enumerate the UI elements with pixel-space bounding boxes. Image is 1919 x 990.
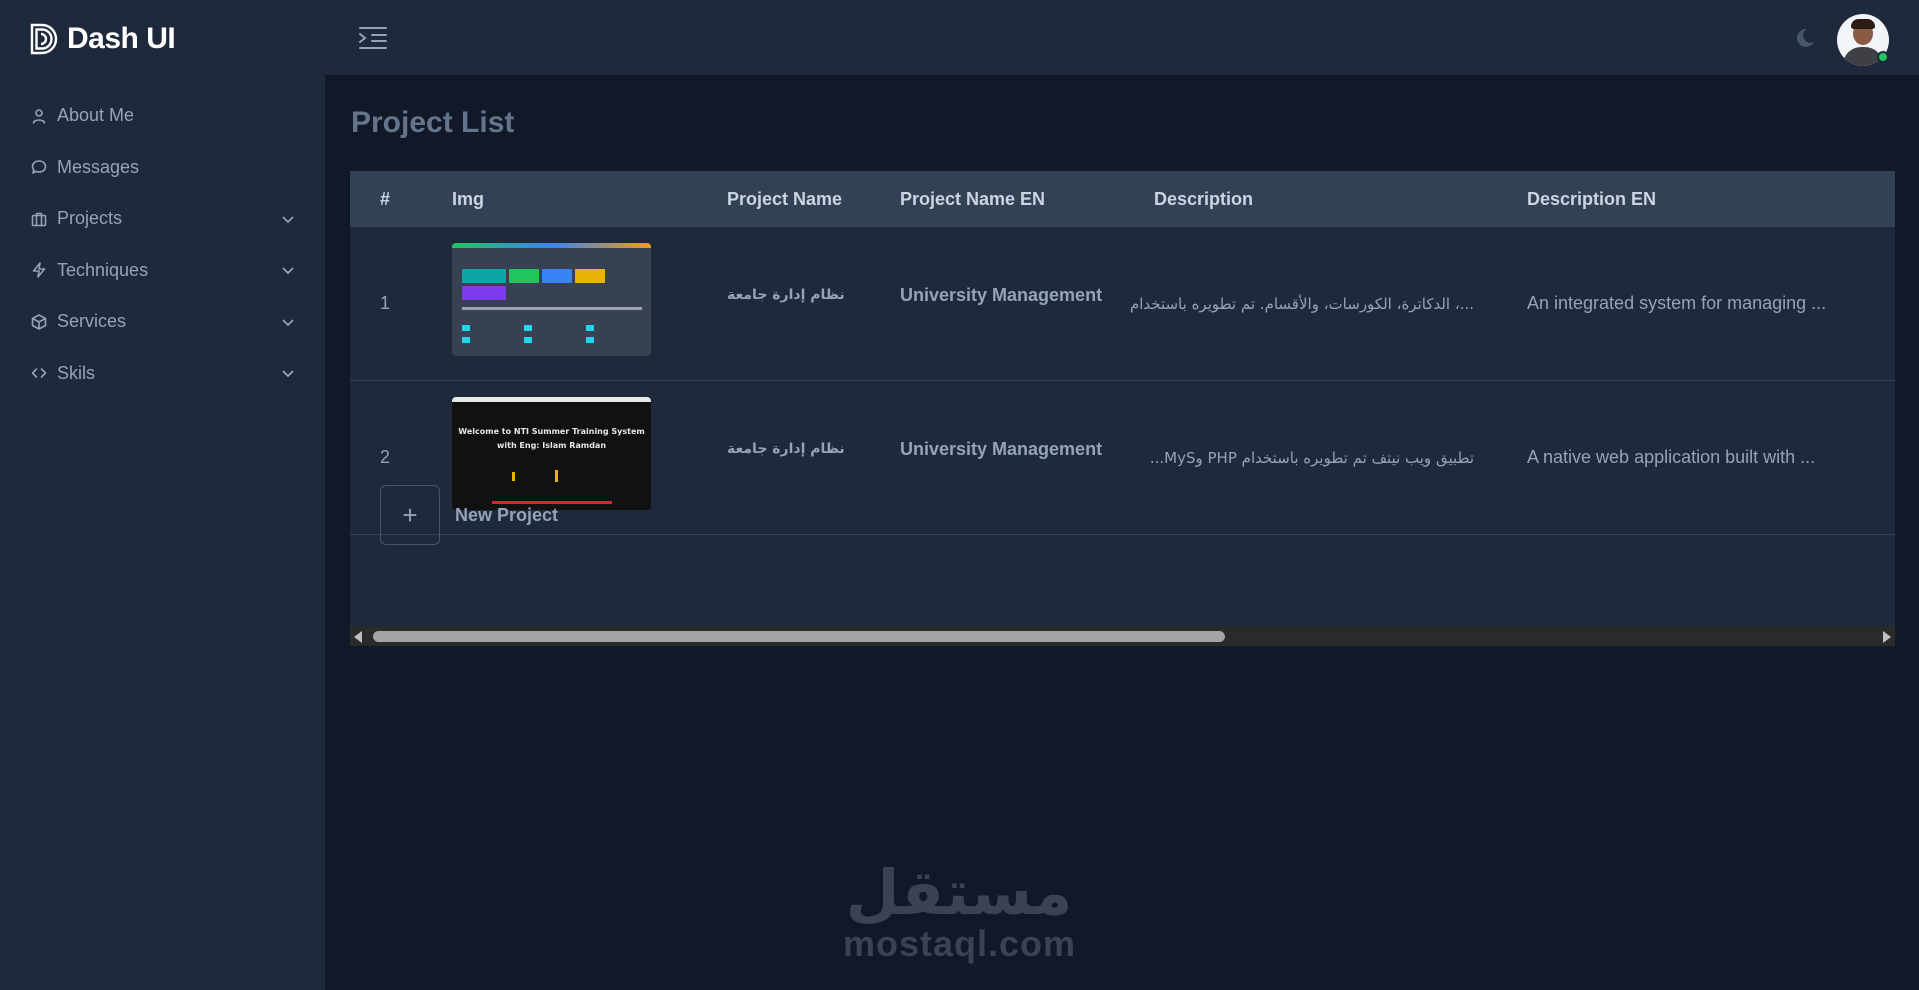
sidebar-nav: About Me Messages Projects Techniques Se…	[0, 90, 325, 399]
sidebar-item-label: Projects	[57, 208, 123, 229]
thumb-heading: Welcome to NTI Summer Training System	[458, 427, 645, 436]
scroll-left-arrow-icon[interactable]	[354, 631, 362, 643]
thumb-tile	[524, 337, 532, 343]
sidebar: Dash UI About Me Messages Projects Techn…	[0, 0, 325, 990]
sidebar-item-label: About Me	[57, 105, 135, 126]
row-number: 2	[380, 447, 391, 467]
new-project-button[interactable]: +	[380, 485, 440, 545]
box-icon	[30, 313, 47, 330]
brand[interactable]: Dash UI	[0, 0, 325, 78]
row-number: 1	[380, 293, 391, 313]
thumb-tile	[462, 269, 506, 283]
thumb-tile	[586, 325, 594, 331]
column-header-description-en: Description EN	[1527, 189, 1657, 209]
sidebar-item-label: Services	[57, 311, 127, 332]
thumb-tile	[462, 337, 470, 343]
thumb-tile	[462, 307, 642, 310]
column-header-project-name: Project Name	[727, 189, 843, 209]
new-project-row: + New Project	[350, 469, 1895, 564]
thumb-tile	[575, 269, 605, 283]
briefcase-icon	[30, 210, 47, 227]
column-header-num: #	[380, 189, 391, 209]
sidebar-item-services[interactable]: Services	[0, 296, 325, 348]
project-table: # Img Project Name Project Name EN Descr…	[350, 171, 1895, 646]
project-thumbnail[interactable]	[452, 243, 651, 356]
description: ...، الدكاترة، الكورسات، والأقسام. تم تط…	[1129, 295, 1474, 313]
scrollbar-thumb[interactable]	[373, 631, 1225, 642]
description: تطبيق ويب نيتف تم تطويره باستخدام PHP وM…	[1149, 449, 1474, 467]
new-project-label[interactable]: New Project	[455, 505, 558, 526]
description-en: An integrated system for managing ...	[1527, 293, 1827, 313]
table-row[interactable]: 1 نظام إدارة جامعة University Management…	[350, 227, 1895, 381]
thumb-tile	[509, 269, 539, 283]
menu-toggle-icon	[359, 27, 387, 49]
sidebar-item-label: Messages	[57, 156, 140, 177]
project-name-en: University Management	[900, 439, 1103, 459]
sidebar-item-label: Techniques	[57, 259, 149, 280]
brand-name: Dash UI	[67, 22, 176, 55]
watermark-english: mostaql.com	[843, 923, 1077, 964]
chevron-down-icon	[281, 263, 295, 277]
menu-toggle-button[interactable]	[358, 24, 388, 52]
thumb-subheading: with Eng: Islam Ramdan	[496, 441, 607, 450]
thumb-topbar	[452, 397, 651, 402]
moon-icon	[1796, 28, 1814, 47]
sidebar-item-label: Skils	[57, 362, 96, 383]
online-status-dot	[1877, 51, 1889, 63]
topbar	[325, 0, 1919, 76]
description-en: A native web application built with ...	[1527, 447, 1816, 467]
thumb-topbar	[452, 243, 651, 248]
user-icon	[30, 107, 47, 124]
code-icon	[30, 365, 47, 382]
project-name: نظام إدارة جامعة	[727, 441, 845, 457]
sidebar-item-skils[interactable]: Skils	[0, 348, 325, 400]
thumb-tile	[542, 269, 572, 283]
theme-toggle-button[interactable]	[1794, 27, 1816, 49]
sidebar-item-projects[interactable]: Projects	[0, 193, 325, 245]
chevron-down-icon	[281, 212, 295, 226]
dash-logo-icon	[30, 23, 58, 55]
sidebar-item-techniques[interactable]: Techniques	[0, 245, 325, 297]
horizontal-scrollbar[interactable]	[350, 626, 1895, 646]
thumb-tile	[586, 337, 594, 343]
column-header-img: Img	[452, 189, 485, 209]
scroll-right-arrow-icon[interactable]	[1883, 631, 1891, 643]
message-icon	[30, 159, 47, 176]
thumb-tile	[462, 325, 470, 331]
watermark-arabic: مستقل	[845, 856, 1073, 929]
chevron-down-icon	[281, 366, 295, 380]
project-name: نظام إدارة جامعة	[727, 287, 845, 303]
watermark: مستقل mostaql.com	[843, 862, 1075, 964]
thumb-tile	[524, 325, 532, 331]
avatar-hair	[1851, 19, 1875, 29]
page-title: Project List	[351, 106, 515, 139]
thumb-tile	[462, 286, 506, 300]
lightning-icon	[30, 262, 47, 279]
sidebar-item-messages[interactable]: Messages	[0, 142, 325, 194]
table-header: # Img Project Name Project Name EN Descr…	[350, 171, 1895, 227]
sidebar-item-about-me[interactable]: About Me	[0, 90, 325, 142]
chevron-down-icon	[281, 315, 295, 329]
project-name-en: University Management	[900, 285, 1103, 305]
column-header-description: Description	[1154, 189, 1254, 209]
column-header-project-name-en: Project Name EN	[900, 189, 1046, 209]
